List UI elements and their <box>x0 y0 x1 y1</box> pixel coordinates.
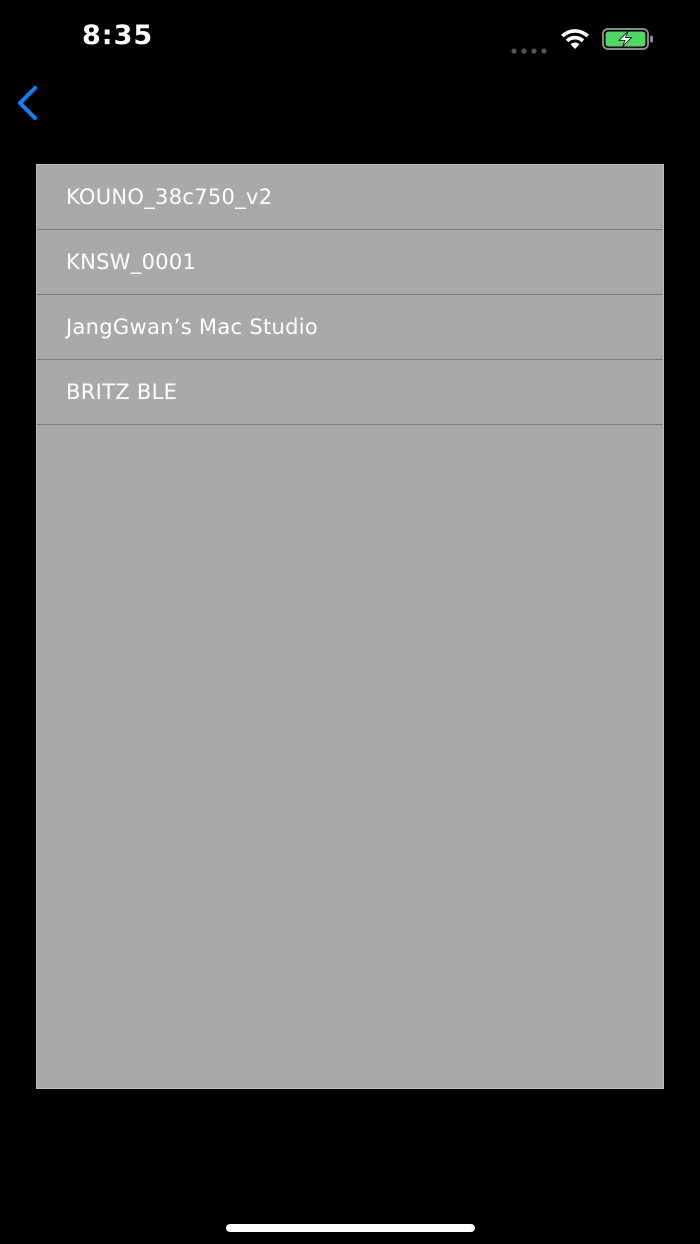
cellular-dots-icon <box>511 41 549 54</box>
device-name: BRITZ BLE <box>66 380 178 404</box>
wifi-icon <box>559 27 591 51</box>
list-item[interactable]: BRITZ BLE <box>37 360 663 425</box>
list-item[interactable]: KNSW_0001 <box>37 230 663 295</box>
battery-charging-icon <box>602 27 654 51</box>
list-item[interactable]: KOUNO_38c750_v2 <box>37 165 663 230</box>
device-name: KOUNO_38c750_v2 <box>66 185 273 209</box>
home-indicator[interactable] <box>226 1224 475 1232</box>
screen: 8:35 KOUNO_38c750_v2 KNSW_0001 JangGwan’… <box>0 0 700 1244</box>
device-list[interactable]: KOUNO_38c750_v2 KNSW_0001 JangGwan’s Mac… <box>36 164 664 1089</box>
status-time: 8:35 <box>82 20 154 51</box>
device-name: JangGwan’s Mac Studio <box>66 315 319 339</box>
list-item[interactable]: JangGwan’s Mac Studio <box>37 295 663 360</box>
back-button[interactable] <box>8 82 48 122</box>
status-bar: 8:35 <box>0 0 700 80</box>
device-name: KNSW_0001 <box>66 250 197 274</box>
navigation-bar <box>0 80 700 124</box>
chevron-left-icon <box>18 86 37 120</box>
